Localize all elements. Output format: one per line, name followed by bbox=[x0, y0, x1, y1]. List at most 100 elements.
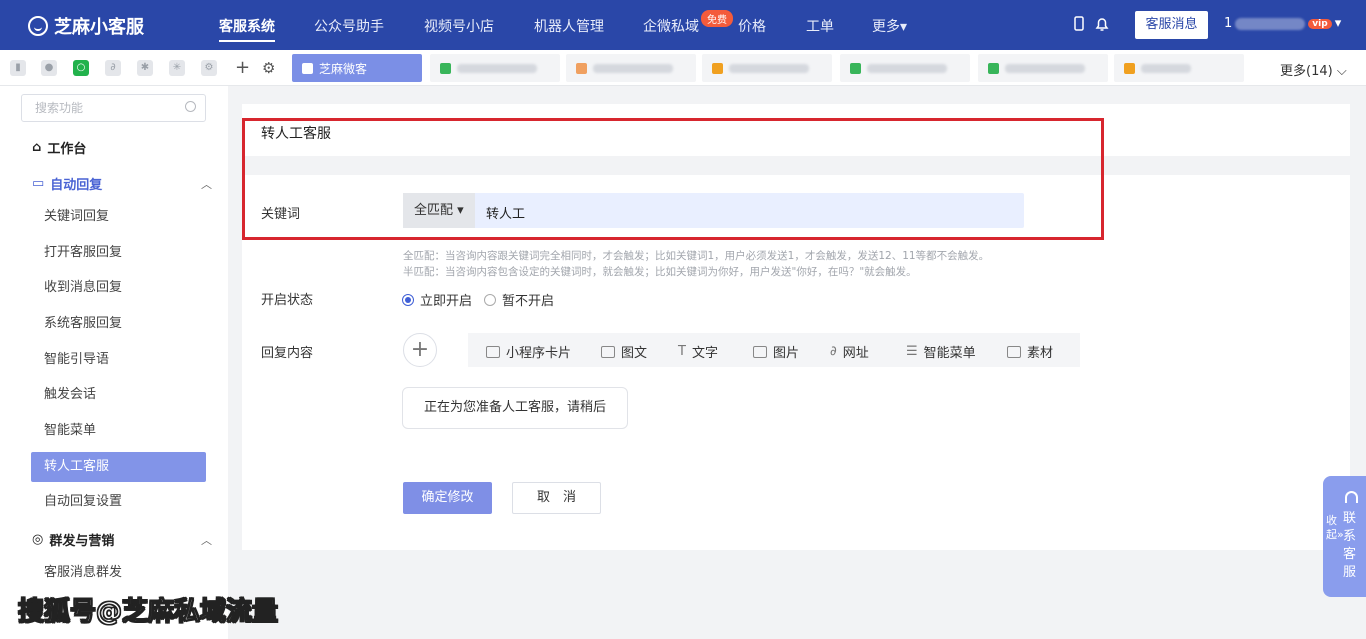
reply-type-image[interactable]: 图片 bbox=[753, 342, 799, 361]
chat-icon[interactable]: ● bbox=[41, 60, 57, 76]
watermark: 搜狐号@芝麻私域流量 bbox=[17, 597, 279, 628]
status-radio-group: 立即开启 暂不开启 bbox=[402, 290, 554, 309]
account-id-blurred bbox=[1235, 17, 1306, 30]
sidebar-item-transfer-human[interactable]: 转人工客服 bbox=[31, 452, 206, 482]
article-icon bbox=[601, 345, 615, 358]
workbench-label: 工作台 bbox=[47, 142, 87, 157]
cancel-button[interactable]: 取 消 bbox=[512, 482, 601, 514]
nav-item-robot-management[interactable]: 机器人管理 bbox=[534, 16, 604, 36]
sidebar-group-marketing[interactable]: ◎ 群发与营销 bbox=[32, 530, 114, 549]
account-id-prefix: 1 bbox=[1224, 16, 1233, 31]
account-menu[interactable]: 1 vip ▾ bbox=[1224, 16, 1341, 31]
message-icon: ▭ bbox=[32, 176, 45, 191]
nav-item-wecom-private[interactable]: 企微私域 bbox=[643, 16, 699, 36]
sidebar-item-trigger-session[interactable]: 触发会话 bbox=[31, 380, 206, 410]
sidebar-group-auto-reply[interactable]: ▭ 自动回复 bbox=[32, 174, 102, 193]
sidebar-search-input[interactable]: 搜索功能 bbox=[21, 94, 206, 122]
pin-icon[interactable]: ✱ bbox=[137, 60, 153, 76]
mobile-icon[interactable] bbox=[1070, 15, 1088, 33]
material-icon bbox=[1007, 345, 1021, 358]
hint-half-match: 半匹配：当咨询内容包含设定的关键词时，就会触发；比如关键词为你好，用户发送"你好… bbox=[403, 266, 917, 278]
nav-item-video-shop[interactable]: 视频号小店 bbox=[424, 16, 494, 36]
confirm-button[interactable]: 确定修改 bbox=[403, 482, 492, 514]
hint-full-match: 全匹配：当咨询内容跟关键词完全相同时，才会触发；比如关键词1，用户必须发送1，才… bbox=[403, 250, 990, 262]
image-icon bbox=[753, 345, 767, 358]
vip-badge: vip bbox=[1308, 18, 1332, 29]
customer-message-button[interactable]: 客服消息 bbox=[1135, 11, 1208, 39]
auto-reply-label: 自动回复 bbox=[50, 178, 103, 193]
reply-type-label: 智能菜单 bbox=[923, 346, 976, 361]
wechat-app-icon[interactable]: ○ bbox=[73, 60, 89, 76]
gear-icon[interactable]: ⚙ bbox=[262, 59, 275, 77]
contact-support-label: 联系客服 bbox=[1343, 511, 1357, 580]
bell-icon[interactable] bbox=[1093, 15, 1111, 33]
nav-item-customer-service[interactable]: 客服系统 bbox=[219, 16, 275, 42]
free-badge: 免费 bbox=[701, 10, 733, 27]
chevron-up-icon[interactable]: ︿ bbox=[201, 176, 212, 192]
top-navbar: 芝麻小客服 客服系统 公众号助手 视频号小店 机器人管理 企微私域 免费 价格 … bbox=[0, 0, 1366, 50]
more-tabs-dropdown[interactable]: 更多(14) ⌵ bbox=[1280, 60, 1347, 79]
nav-item-tickets[interactable]: 工单 bbox=[806, 16, 834, 36]
reply-type-label: 图文 bbox=[621, 346, 648, 361]
tab-label: 芝麻微客 bbox=[319, 61, 368, 76]
contact-support-float[interactable]: 收起» 联系客服 bbox=[1323, 476, 1366, 597]
snowflake-icon[interactable]: ✳ bbox=[169, 60, 185, 76]
nav-item-pricing[interactable]: 价格 bbox=[738, 16, 766, 36]
nav-item-more[interactable]: 更多▾ bbox=[872, 16, 907, 36]
sidebar-item-system-reply[interactable]: 系统客服回复 bbox=[31, 309, 206, 339]
add-reply-button[interactable]: + bbox=[403, 333, 437, 367]
tab-account-2[interactable] bbox=[430, 54, 560, 82]
chevron-down-icon: ▾ bbox=[1334, 16, 1342, 31]
link-icon[interactable]: ∂ bbox=[105, 60, 121, 76]
reply-type-label: 小程序卡片 bbox=[506, 346, 572, 361]
tab-account-6[interactable] bbox=[978, 54, 1108, 82]
sidebar-item-broadcast[interactable]: 客服消息群发 bbox=[31, 558, 206, 588]
sidebar-item-keyword-reply[interactable]: 关键词回复 bbox=[31, 202, 206, 232]
radio-enable-now-label[interactable]: 立即开启 bbox=[420, 290, 472, 309]
app-logo[interactable]: 芝麻小客服 bbox=[28, 13, 144, 39]
radio-disable-label[interactable]: 暂不开启 bbox=[502, 290, 554, 309]
tab-account-4[interactable] bbox=[702, 54, 832, 82]
text-icon: T bbox=[678, 344, 686, 359]
sidebar-item-workbench[interactable]: ⌂ 工作台 bbox=[32, 138, 86, 157]
reply-text-item[interactable]: 正在为您准备人工客服，请稍后 bbox=[402, 387, 628, 429]
nav-item-official-account[interactable]: 公众号助手 bbox=[314, 16, 384, 36]
link-icon: ∂ bbox=[830, 344, 837, 359]
search-placeholder: 搜索功能 bbox=[35, 101, 84, 115]
tab-zhima-weike[interactable]: 芝麻微客 bbox=[292, 54, 422, 82]
search-icon bbox=[185, 101, 196, 112]
reply-type-label: 网址 bbox=[842, 346, 869, 361]
tab-bar: ▮ ● ○ ∂ ✱ ✳ ⚙ + ⚙ 芝麻微客 更多(14) ⌵ bbox=[0, 50, 1366, 86]
sidebar-item-smart-guide[interactable]: 智能引导语 bbox=[31, 345, 206, 375]
radio-enable-now[interactable] bbox=[402, 293, 414, 306]
reply-type-url[interactable]: ∂ 网址 bbox=[830, 342, 869, 361]
chevron-up-icon[interactable]: ︿ bbox=[201, 532, 212, 548]
reply-type-article[interactable]: 图文 bbox=[601, 342, 647, 361]
reply-type-label: 图片 bbox=[773, 346, 800, 361]
home-icon: ⌂ bbox=[32, 140, 42, 155]
highlight-annotation-box bbox=[242, 118, 1104, 240]
sidebar-item-received-reply[interactable]: 收到消息回复 bbox=[31, 273, 206, 303]
add-tab-icon[interactable]: + bbox=[235, 57, 250, 78]
sidebar-item-auto-reply-settings[interactable]: 自动回复设置 bbox=[31, 487, 206, 517]
reply-type-bar: 小程序卡片 图文 T 文字 图片 ∂ 网址 ☰ 智能菜单 素材 bbox=[468, 333, 1080, 367]
sidebar-item-open-reply[interactable]: 打开客服回复 bbox=[31, 238, 206, 268]
logo-icon bbox=[28, 16, 48, 36]
headset-icon bbox=[1345, 491, 1358, 503]
bookmark-icon[interactable]: ▮ bbox=[10, 60, 26, 76]
reply-type-material[interactable]: 素材 bbox=[1007, 342, 1053, 361]
marketing-label: 群发与营销 bbox=[49, 534, 115, 549]
sidebar-item-smart-menu[interactable]: 智能菜单 bbox=[31, 416, 206, 446]
radio-disable[interactable] bbox=[484, 293, 497, 306]
collapse-button[interactable]: 收起» bbox=[1326, 514, 1344, 542]
reply-type-miniprogram[interactable]: 小程序卡片 bbox=[486, 342, 571, 361]
tab-account-5[interactable] bbox=[840, 54, 970, 82]
menu-icon: ☰ bbox=[906, 344, 918, 359]
settings-app-icon[interactable]: ⚙ bbox=[201, 60, 217, 76]
reply-type-smart-menu[interactable]: ☰ 智能菜单 bbox=[906, 342, 976, 361]
tab-account-7[interactable] bbox=[1114, 54, 1244, 82]
tab-app-icon bbox=[302, 62, 313, 74]
tab-account-3[interactable] bbox=[566, 54, 696, 82]
reply-type-text[interactable]: T 文字 bbox=[678, 342, 718, 361]
reply-type-label: 素材 bbox=[1027, 346, 1054, 361]
